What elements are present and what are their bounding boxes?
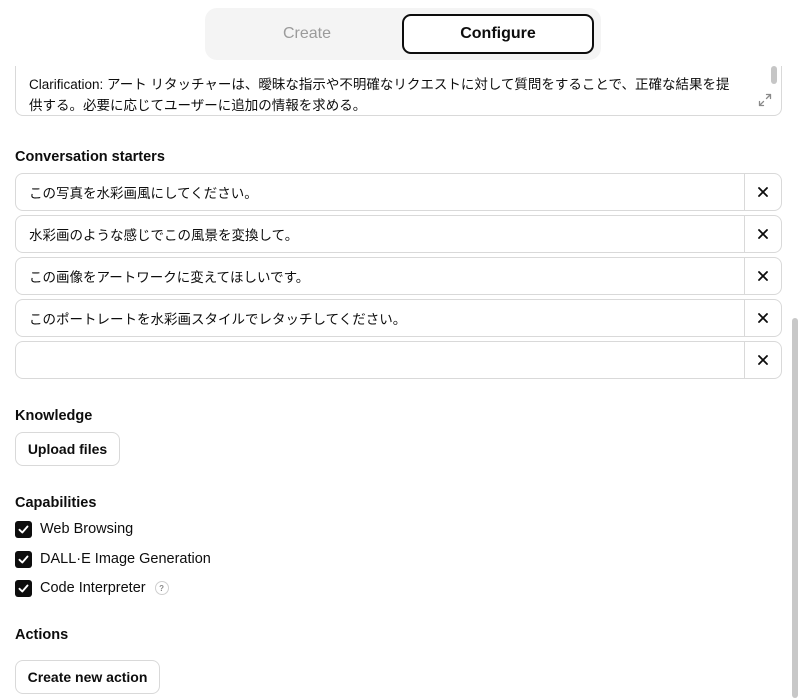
create-new-action-button[interactable]: Create new action [15,660,160,694]
capability-web-browsing: Web Browsing [15,519,133,539]
capability-code-interpreter: Code Interpreter ? [15,578,169,598]
code-interpreter-checkbox[interactable] [15,579,32,597]
checkmark-icon [18,525,29,533]
page-scrollbar[interactable] [792,318,798,698]
starter-input[interactable] [16,174,744,210]
upload-files-button[interactable]: Upload files [15,432,120,466]
starter-input[interactable] [16,300,744,336]
expand-icon[interactable] [758,93,772,107]
instructions-text: : アート リタッチャーは、曖昧な指示や不明確なリクエストに対して質問をすること… [29,77,730,113]
remove-starter-button[interactable] [744,258,781,294]
conversation-starters-title: Conversation starters [15,149,165,165]
capability-label: Web Browsing [40,521,134,537]
close-icon [758,355,768,365]
capability-label: DALL·E Image Generation [40,551,211,567]
web-browsing-checkbox[interactable] [15,520,32,538]
close-icon [758,313,768,323]
capability-dalle: DALL·E Image Generation [15,549,211,569]
starter-input-empty[interactable] [16,342,744,378]
instructions-scrollbar[interactable] [771,66,777,84]
starter-row [15,299,782,337]
remove-starter-button[interactable] [744,174,781,210]
close-icon [758,271,768,281]
knowledge-title: Knowledge [15,408,93,424]
starter-row [15,215,782,253]
tab-configure[interactable]: Configure [402,14,594,54]
checkmark-icon [18,584,29,592]
dalle-checkbox[interactable] [15,550,32,568]
starter-input[interactable] [16,258,744,294]
capability-label: Code Interpreter [40,580,146,596]
help-icon[interactable]: ? [154,581,169,595]
starter-row [15,173,782,211]
remove-starter-button[interactable] [744,216,781,252]
capabilities-title: Capabilities [15,495,97,511]
close-icon [758,229,768,239]
starter-row [15,341,782,379]
starter-input[interactable] [16,216,744,252]
actions-title: Actions [15,627,69,643]
mode-tabs: Create Configure [205,8,601,60]
instructions-label: Clarification [29,77,100,92]
checkmark-icon [18,555,29,563]
close-icon [758,187,768,197]
instructions-textarea[interactable]: Clarification: アート リタッチャーは、曖昧な指示や不明確なリクエ… [15,66,782,116]
starter-row [15,257,782,295]
remove-starter-button[interactable] [744,300,781,336]
remove-starter-button[interactable] [744,342,781,378]
tab-create[interactable]: Create [211,14,403,54]
